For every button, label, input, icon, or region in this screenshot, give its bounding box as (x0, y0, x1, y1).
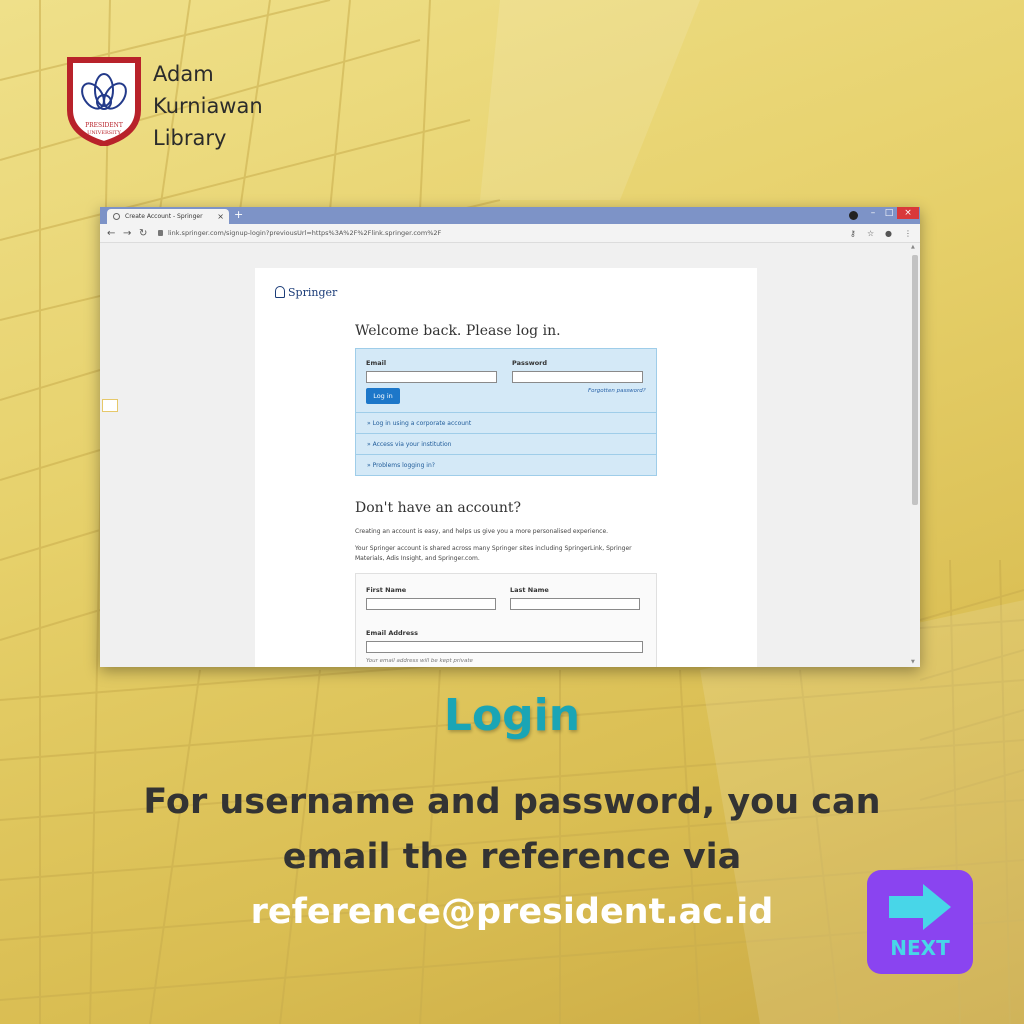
tab-title: Create Account - Springer (125, 213, 203, 220)
close-window-button[interactable]: × (897, 207, 919, 219)
key-icon[interactable]: ⚷ (850, 227, 856, 240)
springer-logo-text: Springer (288, 286, 338, 299)
scroll-down-icon[interactable]: ▼ (911, 659, 915, 665)
last-name-label: Last Name (510, 586, 549, 594)
password-label: Password (512, 359, 548, 367)
register-intro-text: Creating an account is easy, and helps u… (355, 528, 609, 535)
forward-arrow-icon[interactable]: → (123, 227, 131, 240)
springer-login-card: Springer Welcome back. Please log in. Em… (255, 268, 757, 667)
first-name-input[interactable] (366, 598, 496, 610)
address-url: link.springer.com/signup-login?previousU… (168, 229, 442, 237)
next-button[interactable]: NEXT (867, 870, 973, 974)
register-heading: Don't have an account? (355, 500, 522, 516)
library-name: Adam Kurniawan Library (153, 58, 263, 154)
springer-favicon-icon (113, 213, 120, 220)
reload-icon[interactable]: ↻ (139, 227, 147, 240)
extension-icon[interactable]: ● (885, 227, 892, 240)
library-name-line-2: Kurniawan (153, 94, 263, 118)
corporate-login-link[interactable]: » Log in using a corporate account (356, 412, 656, 433)
first-name-label: First Name (366, 586, 407, 594)
email-address-input[interactable] (366, 641, 643, 653)
problems-login-link[interactable]: » Problems logging in? (356, 454, 656, 475)
president-university-logo: PRESIDENT UNIVERSITY (67, 57, 141, 146)
new-tab-button[interactable]: + (234, 208, 243, 222)
menu-dots-icon[interactable]: ⋮ (904, 227, 912, 240)
profile-icon[interactable] (849, 211, 858, 220)
scroll-up-icon[interactable]: ▲ (911, 244, 915, 250)
springer-horse-icon (275, 286, 285, 298)
browser-window: Create Account - Springer × + – □ × ← → … (100, 207, 920, 667)
instruction-line-1: For username and password, you can (143, 782, 881, 822)
scroll-thumb[interactable] (912, 255, 918, 505)
email-input[interactable] (366, 371, 497, 383)
page-viewport: Springer Welcome back. Please log in. Em… (100, 243, 910, 667)
browser-titlebar: Create Account - Springer × + – □ × (100, 207, 920, 224)
forgot-password-link[interactable]: Forgotten password? (588, 388, 646, 394)
springer-logo[interactable]: Springer (275, 286, 337, 299)
side-feedback-tab[interactable] (102, 399, 118, 412)
library-name-line-1: Adam (153, 62, 214, 86)
browser-toolbar: ← → ↻ link.springer.com/signup-login?pre… (100, 224, 920, 243)
email-privacy-hint: Your email address will be kept private (366, 658, 473, 664)
svg-text:PRESIDENT: PRESIDENT (85, 122, 123, 129)
library-name-line-3: Library (153, 126, 227, 150)
institution-access-link[interactable]: » Access via your institution (356, 433, 656, 454)
welcome-heading: Welcome back. Please log in. (355, 323, 561, 339)
slide-title: Login (443, 690, 581, 741)
browser-tab[interactable]: Create Account - Springer × (107, 209, 229, 224)
svg-text:UNIVERSITY: UNIVERSITY (87, 130, 121, 136)
back-arrow-icon[interactable]: ← (107, 227, 115, 240)
login-button[interactable]: Log in (366, 388, 400, 404)
register-shared-account-text: Your Springer account is shared across m… (355, 545, 632, 562)
lock-icon (158, 230, 163, 236)
email-address-label: Email Address (366, 629, 419, 637)
arrow-right-icon (889, 884, 951, 930)
page-scrollbar[interactable]: ▲ ▼ (910, 243, 920, 667)
next-label: NEXT (890, 936, 950, 960)
star-icon[interactable]: ☆ (867, 227, 874, 240)
instruction-line-2: email the reference via (282, 837, 742, 877)
email-label: Email (366, 359, 387, 367)
maximize-button[interactable]: □ (880, 207, 898, 219)
last-name-input[interactable] (510, 598, 640, 610)
login-form: Email Password Forgotten password? Log i… (355, 348, 657, 476)
password-input[interactable] (512, 371, 643, 383)
tab-close-icon[interactable]: × (217, 209, 224, 224)
address-bar[interactable]: link.springer.com/signup-login?previousU… (158, 227, 838, 240)
register-form: First Name Last Name Email Address Your … (355, 573, 657, 667)
